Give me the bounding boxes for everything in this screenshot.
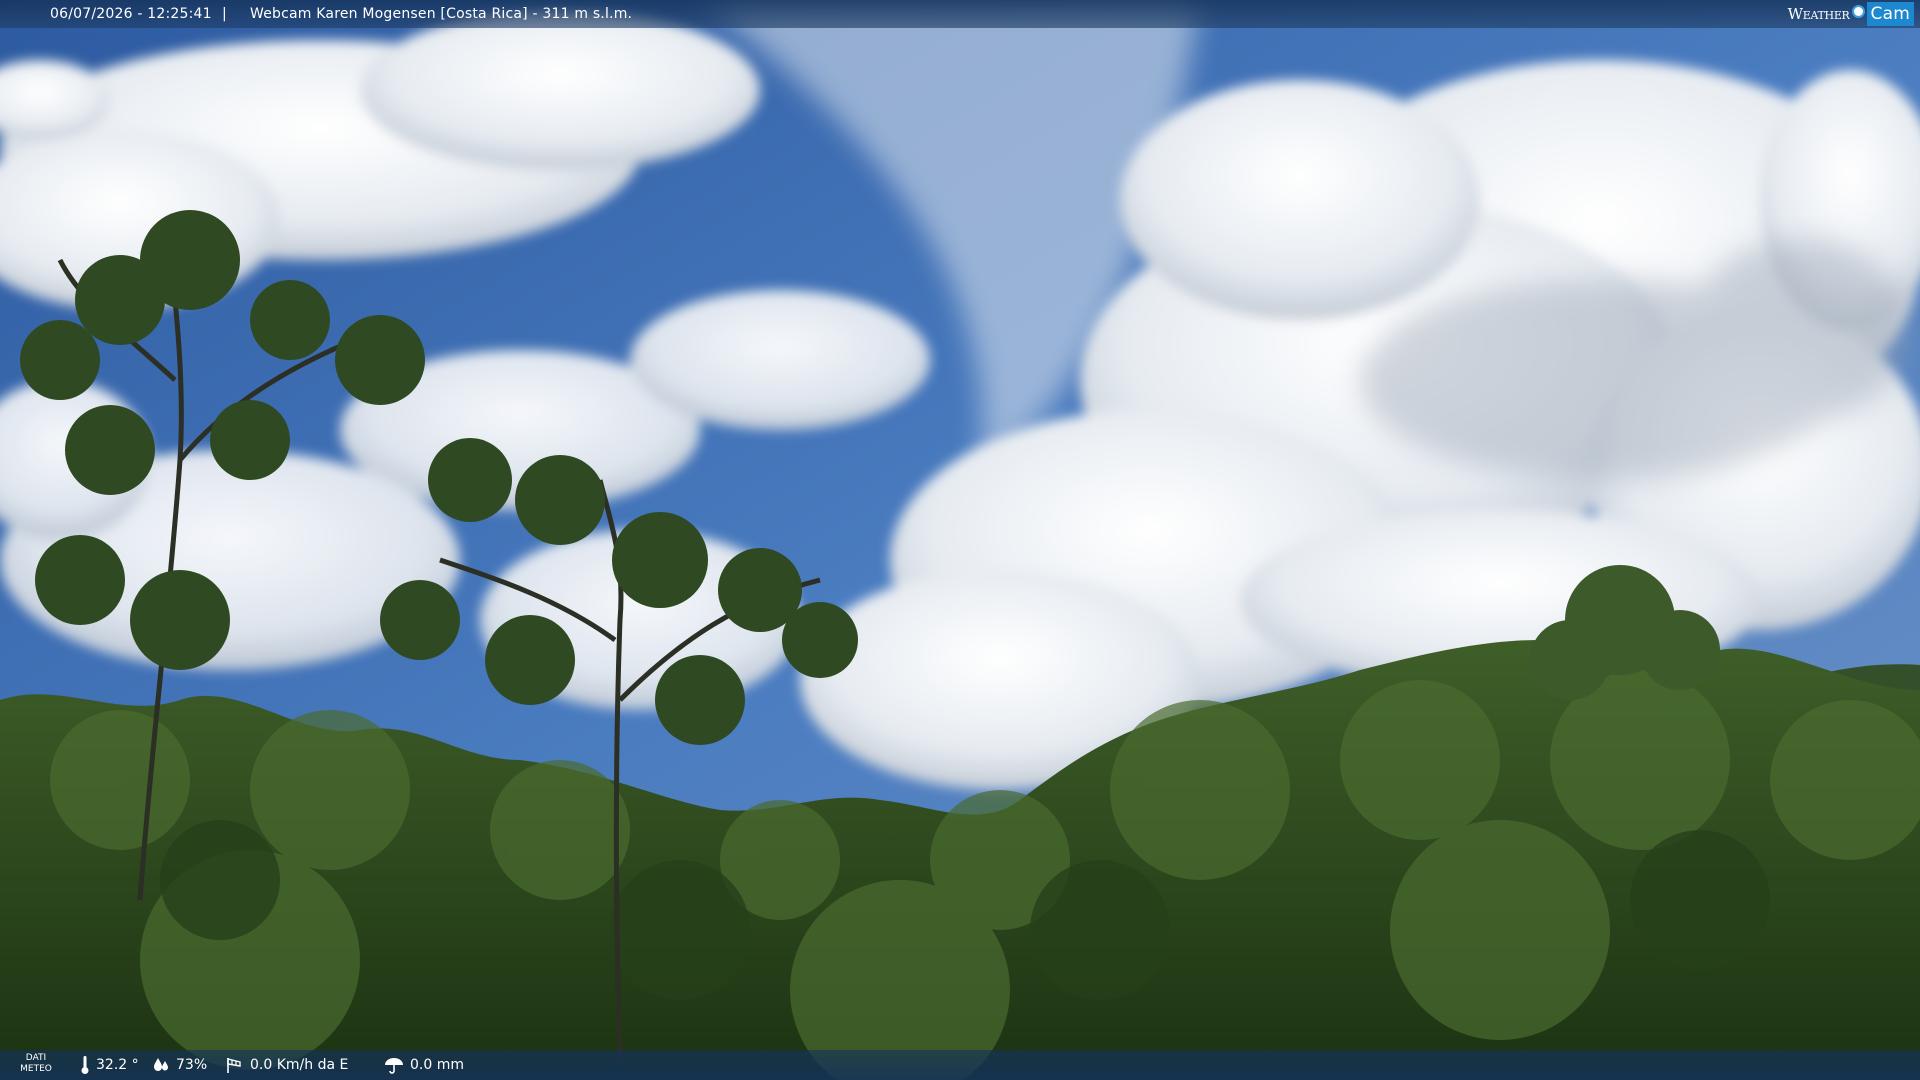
weather-label-line1: DATI bbox=[25, 1053, 47, 1063]
top-info-bar: 06/07/2026 - 12:25:41 | Webcam Karen Mog… bbox=[0, 0, 1920, 28]
weather-data-bar: DATI METEO 32.2 ° 73% 0.0 Km/h da E 0.0 … bbox=[0, 1050, 1920, 1080]
humidity-reading: 73% bbox=[152, 1050, 207, 1080]
wind-value: 0.0 Km/h da E bbox=[250, 1057, 349, 1073]
umbrella-icon bbox=[385, 1058, 403, 1074]
thermometer-icon bbox=[81, 1056, 89, 1074]
separator: | bbox=[222, 6, 227, 22]
temperature-reading: 32.2 ° bbox=[80, 1050, 139, 1080]
humidity-drops-icon bbox=[154, 1058, 168, 1071]
webcam-image bbox=[0, 0, 1920, 1080]
brand-word-weather: Weather bbox=[1787, 5, 1850, 23]
brand-word-cam: Cam bbox=[1866, 2, 1914, 26]
wind-sock-icon bbox=[227, 1058, 241, 1073]
timestamp: 06/07/2026 - 12:25:41 bbox=[50, 6, 212, 22]
rain-value: 0.0 mm bbox=[410, 1057, 464, 1073]
brand-dot-icon bbox=[1851, 4, 1865, 18]
wind-reading: 0.0 Km/h da E bbox=[226, 1050, 348, 1080]
rain-reading: 0.0 mm bbox=[384, 1050, 464, 1080]
weathercam-logo: Weather Cam bbox=[1788, 0, 1920, 28]
webcam-view: 06/07/2026 - 12:25:41 | Webcam Karen Mog… bbox=[0, 0, 1920, 1080]
weather-label-line2: METEO bbox=[20, 1064, 52, 1074]
weather-data-label: DATI METEO bbox=[18, 1053, 54, 1075]
humidity-value: 73% bbox=[176, 1057, 208, 1073]
webcam-caption: Webcam Karen Mogensen [Costa Rica] - 311… bbox=[250, 6, 633, 22]
temperature-value: 32.2 ° bbox=[96, 1057, 139, 1073]
